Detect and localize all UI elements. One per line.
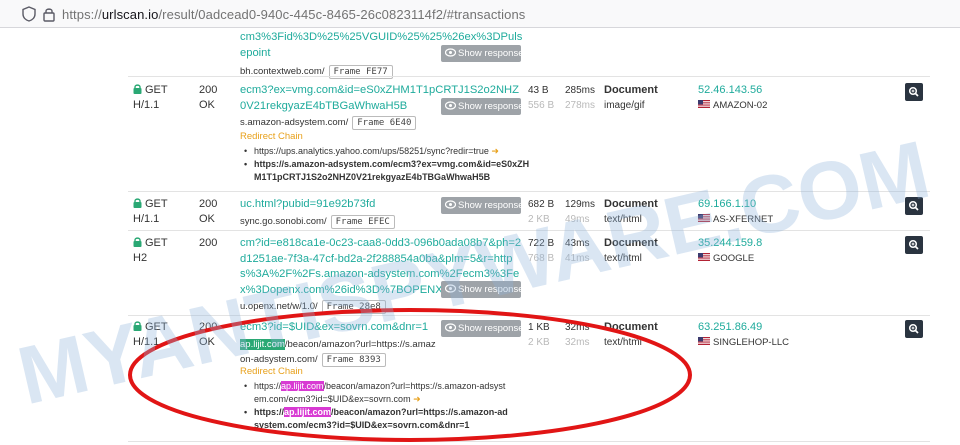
request-url-cell: cm?id=e818ca1e-0c23-caa8-0dd3-096b0ada08… xyxy=(240,236,525,315)
redirect-chain: Redirect Chain https://ap.lijit.com/beac… xyxy=(240,366,510,432)
eye-icon xyxy=(445,284,456,293)
method-cell: GET H2 xyxy=(133,237,168,264)
ip-cell: 69.166.1.10 AS-XFERNET xyxy=(698,198,774,225)
shield-icon[interactable] xyxy=(20,5,38,23)
magnifier-icon xyxy=(908,200,919,211)
request-host: u.openx.net/w/1.0/ xyxy=(240,301,318,312)
request-url-cell: ecm3?id=$UID&ex=sovrn.com&dnr=1 ap.lijit… xyxy=(240,320,440,368)
table-row: GET H/1.1 200 OK uc.html?pubid=91e92b73fd … xyxy=(128,191,930,229)
frame-badge: Frame 6E40 xyxy=(352,116,417,130)
redirect-arrow-icon: ➜ xyxy=(413,394,421,404)
lock-icon xyxy=(133,84,142,94)
url-host: urlscan.io xyxy=(101,7,159,22)
table-row xyxy=(128,441,930,445)
table-row: GET H2 200 cm?id=e818ca1e-0c23-caa8-0dd3-… xyxy=(128,230,930,314)
ip-link[interactable]: 35.244.159.8 xyxy=(698,237,762,249)
redirect-arrow-icon: ➜ xyxy=(491,146,499,156)
redirect-item: https://s.amazon-adsystem.com/ecm3?ex=vm… xyxy=(240,158,530,184)
eye-icon xyxy=(445,101,456,110)
time-cell: 129ms 49ms xyxy=(565,199,596,225)
details-button[interactable] xyxy=(905,197,923,215)
url-path: /result/0adcead0-940c-445c-8465-26c08231… xyxy=(158,7,526,22)
status-cell: 200 OK xyxy=(199,198,218,225)
url-prefix: https:// xyxy=(62,7,102,22)
table-row: GET H/1.1 200 OK ecm3?ex=vmg.com&id=eS0xZH… xyxy=(128,76,930,190)
highlighted-host: ap.lijit.com xyxy=(240,338,285,350)
details-button[interactable] xyxy=(905,320,923,338)
time-cell: 43ms 41ms xyxy=(565,238,590,264)
details-button[interactable] xyxy=(905,236,923,254)
redirect-item: https://ups.analytics.yahoo.com/ups/5825… xyxy=(240,145,530,158)
show-response-button[interactable]: Show response xyxy=(441,281,523,298)
ip-cell: 63.251.86.49 SINGLEHOP-LLC xyxy=(698,321,790,348)
lock-icon xyxy=(133,237,142,247)
request-url-link[interactable]: ecm3?id=$UID&ex=sovrn.com&dnr=1 xyxy=(240,320,440,336)
magnifier-icon xyxy=(908,239,919,250)
eye-icon xyxy=(445,323,456,332)
lock-icon[interactable] xyxy=(40,5,58,23)
url-text[interactable]: https://urlscan.io/result/0adcead0-940c-… xyxy=(62,7,525,22)
us-flag-icon xyxy=(698,100,710,108)
status-cell: 200 xyxy=(199,237,218,249)
redirect-item: https://ap.lijit.com/beacon/amazon?url=h… xyxy=(240,380,510,406)
method-cell: GET H/1.1 xyxy=(133,321,168,348)
status-cell: 200 OK xyxy=(199,321,218,348)
size-cell: 1 KB 2 KB xyxy=(528,322,550,348)
details-button[interactable] xyxy=(905,83,923,101)
show-response-button[interactable]: Show response xyxy=(441,320,523,337)
browser-url-bar[interactable]: https://urlscan.io/result/0adcead0-940c-… xyxy=(0,0,960,28)
us-flag-icon xyxy=(698,253,710,261)
type-cell: Document text/html xyxy=(604,237,658,264)
table-row: GET H/1.1 200 OK ecm3?id=$UID&ex=sovrn.com… xyxy=(128,315,930,440)
ip-cell: 35.244.159.8 GOOGLE xyxy=(698,237,763,264)
redirect-chain: Redirect Chain https://ups.analytics.yah… xyxy=(240,131,530,184)
frame-badge: Frame EFEC xyxy=(330,214,395,229)
time-cell: 285ms 278ms xyxy=(565,85,596,111)
lock-icon xyxy=(133,321,142,331)
size-cell: 43 B 556 B xyxy=(528,85,555,111)
us-flag-icon xyxy=(698,214,710,222)
magnifier-icon xyxy=(908,86,919,97)
size-cell: 682 B2 KB xyxy=(528,199,555,225)
redirect-item: https://ap.lijit.com/beacon/amazon?url=h… xyxy=(240,406,510,432)
ip-link[interactable]: 69.166.1.10 xyxy=(698,198,756,210)
frame-badge: Frame 28e8 xyxy=(321,300,386,314)
request-host: sync.go.sonobi.com/ xyxy=(240,215,327,227)
show-response-button[interactable]: Show response xyxy=(441,98,523,115)
type-cell: Document text/html xyxy=(604,321,658,348)
type-cell: Document image/gif xyxy=(604,84,658,111)
table-row: cm3%3Fid%3D%25%25VGUID%25%25%26ex%3DPuls… xyxy=(128,28,930,79)
show-response-button[interactable]: Show response xyxy=(441,45,523,62)
size-cell: 722 B 768 B xyxy=(528,238,555,264)
eye-icon xyxy=(445,48,456,57)
type-cell: Document text/html xyxy=(604,198,658,225)
redirect-chain-title: Redirect Chain xyxy=(240,131,303,142)
time-cell: 32ms 32ms xyxy=(565,322,590,348)
request-host: s.amazon-adsystem.com/ xyxy=(240,117,349,128)
frame-badge: Frame 8393 xyxy=(321,353,386,367)
magnifier-icon xyxy=(908,323,919,334)
status-cell: 200 OK xyxy=(199,84,218,111)
show-response-button[interactable]: Show response xyxy=(441,197,523,214)
us-flag-icon xyxy=(698,337,710,345)
ip-cell: 52.46.143.56 AMAZON-02 xyxy=(698,84,768,111)
method-cell: GET H/1.1 xyxy=(133,84,168,111)
method-cell: GET H/1.1 xyxy=(133,198,168,225)
ip-link[interactable]: 52.46.143.56 xyxy=(698,84,762,96)
ip-link[interactable]: 63.251.86.49 xyxy=(698,321,762,333)
eye-icon xyxy=(445,200,456,209)
lock-icon xyxy=(133,198,142,208)
redirect-chain-title: Redirect Chain xyxy=(240,366,303,377)
